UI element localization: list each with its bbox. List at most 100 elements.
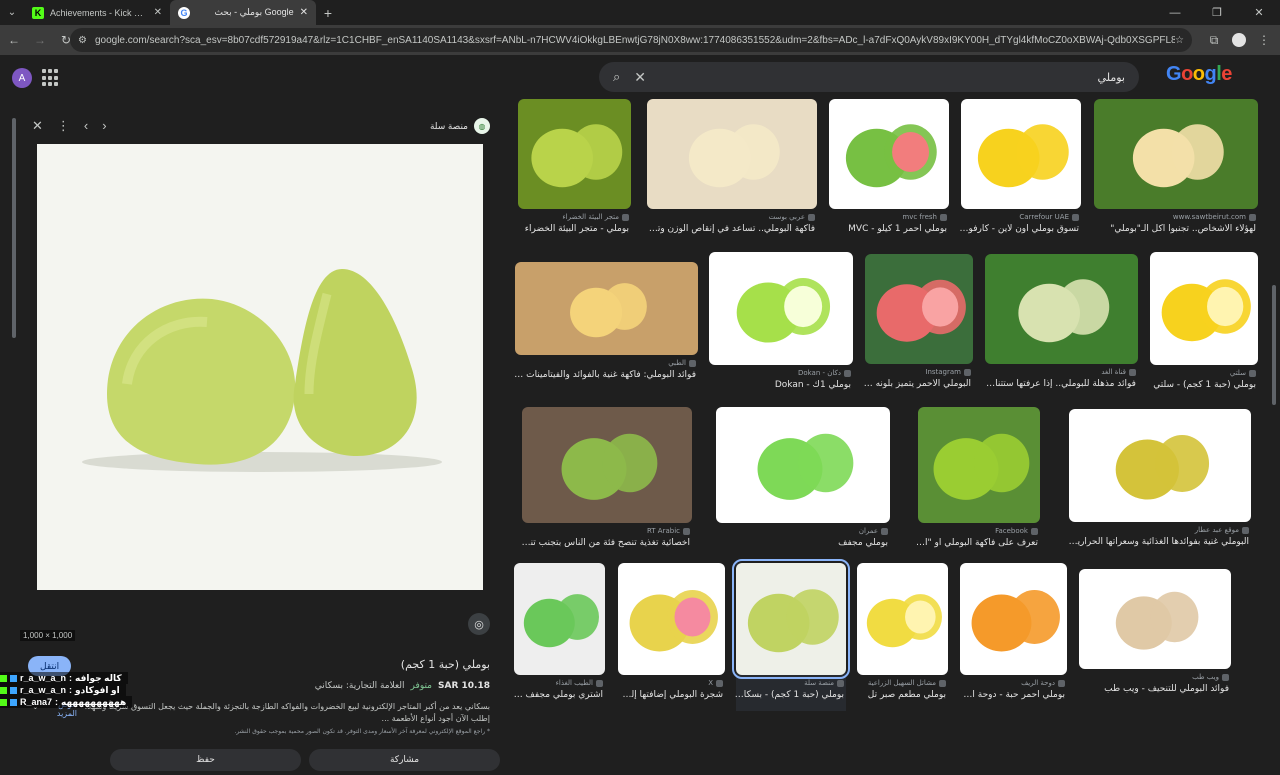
- tab-search-icon[interactable]: ⌄: [0, 0, 24, 25]
- result-caption[interactable]: البوملي الأحمر يتميز بلونه ا...: [863, 379, 971, 389]
- result-source[interactable]: www.sawtbeirut.com: [1173, 213, 1256, 221]
- result-caption[interactable]: تسوق بوملي أون لاين - كارفور...: [959, 224, 1079, 234]
- result-source[interactable]: منصة سلة: [804, 679, 844, 687]
- image-result-tile[interactable]: Facebook تعرف على فاكهة البوملي او "الشاد…: [916, 407, 1040, 559]
- result-caption[interactable]: بوملي مطعم صبر تل: [868, 690, 946, 700]
- share-button[interactable]: مشاركة: [309, 749, 500, 771]
- google-lens-icon[interactable]: ◎: [468, 613, 490, 635]
- result-thumbnail[interactable]: [522, 407, 692, 523]
- result-thumbnail[interactable]: [1094, 99, 1258, 209]
- image-result-tile[interactable]: Dokan - دكان بوملي 1ك - Dokan: [709, 252, 853, 401]
- minimize-icon[interactable]: —: [1154, 0, 1196, 25]
- result-caption[interactable]: فاكهة البوملي.. تساعد في إنقاص الوزن وتع…: [645, 224, 815, 234]
- result-thumbnail[interactable]: [732, 559, 850, 679]
- previous-icon[interactable]: ‹: [84, 118, 88, 134]
- result-source[interactable]: دوحة الريف: [1021, 679, 1065, 687]
- image-result-tile[interactable]: سلتي بوملي (حبة 1 كجم) - سلتي: [1150, 252, 1258, 401]
- result-source[interactable]: الطيب الغذاء: [556, 679, 603, 687]
- next-icon[interactable]: ›: [102, 118, 106, 134]
- search-icon[interactable]: ⌕: [613, 69, 620, 85]
- account-avatar[interactable]: A: [12, 68, 32, 88]
- result-source[interactable]: Instagram: [925, 368, 971, 376]
- result-thumbnail[interactable]: [716, 407, 890, 523]
- result-source[interactable]: X: [708, 679, 723, 687]
- result-thumbnail[interactable]: [647, 99, 817, 209]
- result-thumbnail[interactable]: [960, 563, 1067, 675]
- tab-kick-dashboard[interactable]: K Achievements - Kick Dashboard ✕: [24, 0, 170, 25]
- new-tab-button[interactable]: +: [316, 0, 340, 25]
- image-result-tile[interactable]: دوحة الريف بوملي احمر حبة - دوحة ال...: [958, 563, 1067, 711]
- bookmark-star-icon[interactable]: ☆: [1175, 35, 1184, 46]
- result-source[interactable]: متجر البيئة الخضراء: [562, 213, 629, 221]
- result-source[interactable]: Facebook: [995, 527, 1038, 535]
- close-tab-icon[interactable]: ✕: [300, 7, 308, 18]
- image-result-tile[interactable]: mvc fresh بوملي احمر 1 كيلو - MVC: [829, 99, 949, 245]
- result-thumbnail[interactable]: [865, 254, 973, 364]
- result-caption[interactable]: بوملي (حبة 1 كجم) - سلتي: [1153, 380, 1256, 390]
- result-source[interactable]: ويب طب: [1192, 673, 1229, 681]
- image-result-tile[interactable]: مشاتل السهيل الزراعية بوملي مطعم صبر تل: [857, 563, 948, 711]
- result-thumbnail[interactable]: [618, 563, 725, 675]
- page-scrollbar[interactable]: [1272, 285, 1276, 405]
- result-source[interactable]: الطبي: [668, 359, 696, 367]
- result-thumbnail[interactable]: [515, 262, 698, 355]
- image-result-tile[interactable]: عربي بوست فاكهة البوملي.. تساعد في إنقاص …: [645, 99, 817, 245]
- result-thumbnail[interactable]: [857, 563, 948, 675]
- result-source[interactable]: Dokan - دكان: [798, 369, 851, 377]
- apps-grid-icon[interactable]: [42, 69, 60, 87]
- result-thumbnail[interactable]: [961, 99, 1081, 209]
- search-input[interactable]: [646, 70, 1125, 84]
- result-caption[interactable]: فوائد البوملي: فاكهة غنية بالفوائد والفي…: [513, 370, 696, 380]
- extensions-icon[interactable]: ⧉: [1202, 28, 1226, 52]
- image-result-tile[interactable]: عمران بوملي مجفف: [716, 407, 890, 559]
- image-result-tile[interactable]: منصة سلة بوملي (حبة 1 كجم) - بسكاني: [732, 559, 850, 711]
- result-caption[interactable]: لهؤلاء الأشخاص.. تجنبوا أكل الـ"بوملي": [1110, 224, 1256, 234]
- result-thumbnail[interactable]: [1079, 569, 1231, 669]
- close-icon[interactable]: ✕: [32, 118, 43, 134]
- result-thumbnail[interactable]: [518, 99, 631, 209]
- result-thumbnail[interactable]: [985, 254, 1138, 364]
- close-tab-icon[interactable]: ✕: [154, 7, 162, 18]
- result-source[interactable]: عربي بوست: [769, 213, 815, 221]
- image-result-tile[interactable]: X شجرة البوملي إضافتها إلى ا...: [616, 563, 725, 711]
- tab-google-search[interactable]: G بوملي - بحث Google ✕: [170, 0, 316, 25]
- result-thumbnail[interactable]: [1150, 252, 1258, 365]
- result-thumbnail[interactable]: [829, 99, 949, 209]
- result-caption[interactable]: بوملي احمر حبة - دوحة ال...: [958, 690, 1065, 700]
- image-result-tile[interactable]: قناة الغد فوائد مذهلة للبوملي.. إذا عرفته…: [983, 254, 1138, 400]
- more-options-icon[interactable]: ⋮: [57, 118, 70, 134]
- image-result-tile[interactable]: Carrefour UAE تسوق بوملي أون لاين - كارفو…: [959, 99, 1081, 245]
- panel-scrollbar[interactable]: [12, 118, 16, 338]
- image-result-tile[interactable]: موقع عبد عطار البوملي غنية بفوائدها الغذا…: [1067, 409, 1251, 558]
- maximize-icon[interactable]: ❐: [1196, 0, 1238, 25]
- result-source[interactable]: عمران: [859, 527, 888, 535]
- result-source[interactable]: مشاتل السهيل الزراعية: [868, 679, 946, 687]
- browser-menu-icon[interactable]: ⋮: [1252, 28, 1276, 52]
- forward-icon[interactable]: →: [28, 28, 52, 52]
- image-result-tile[interactable]: الطبي فوائد البوملي: فاكهة غنية بالفوائد …: [513, 262, 698, 391]
- result-caption[interactable]: أخصائية تغذية تنصح فئة من الناس بتجنب تن…: [520, 538, 690, 548]
- image-result-tile[interactable]: ويب طب فوائد البوملي للتنحيف - ويب طب: [1079, 569, 1231, 705]
- profile-avatar[interactable]: [1232, 33, 1246, 47]
- image-result-tile[interactable]: الطيب الغذاء اشتري بوملي مجفف بأ...: [512, 563, 605, 711]
- site-info-icon[interactable]: ⚙: [78, 35, 87, 46]
- result-source[interactable]: قناة الغد: [1101, 368, 1136, 376]
- result-source[interactable]: سلتي: [1230, 369, 1256, 377]
- result-caption[interactable]: تعرف على فاكهة البوملي او "الشادوك...: [916, 538, 1038, 548]
- result-caption[interactable]: بوملي (حبة 1 كجم) - بسكاني: [734, 690, 844, 700]
- result-source[interactable]: موقع عبد عطار: [1195, 526, 1249, 534]
- preview-image[interactable]: [37, 144, 483, 590]
- result-caption[interactable]: بوملي - متجر البيئة الخضراء: [525, 224, 629, 234]
- close-window-icon[interactable]: ✕: [1238, 0, 1280, 25]
- result-caption[interactable]: شجرة البوملي إضافتها إلى ا...: [616, 690, 723, 700]
- save-button[interactable]: حفظ: [110, 749, 301, 771]
- preview-source[interactable]: منصة سلة ◍: [430, 118, 490, 134]
- image-result-tile[interactable]: RT Arabic أخصائية تغذية تنصح فئة من الناس…: [520, 407, 692, 559]
- result-thumbnail[interactable]: [918, 407, 1040, 523]
- back-icon[interactable]: ←: [2, 28, 26, 52]
- google-logo[interactable]: Google: [1166, 63, 1232, 86]
- result-caption[interactable]: بوملي احمر 1 كيلو - MVC: [848, 224, 947, 234]
- result-source[interactable]: mvc fresh: [902, 213, 947, 221]
- image-result-tile[interactable]: متجر البيئة الخضراء بوملي - متجر البيئة ا…: [518, 99, 631, 245]
- result-caption[interactable]: البوملي غنية بفوائدها الغذائية وسعراتها …: [1067, 537, 1249, 547]
